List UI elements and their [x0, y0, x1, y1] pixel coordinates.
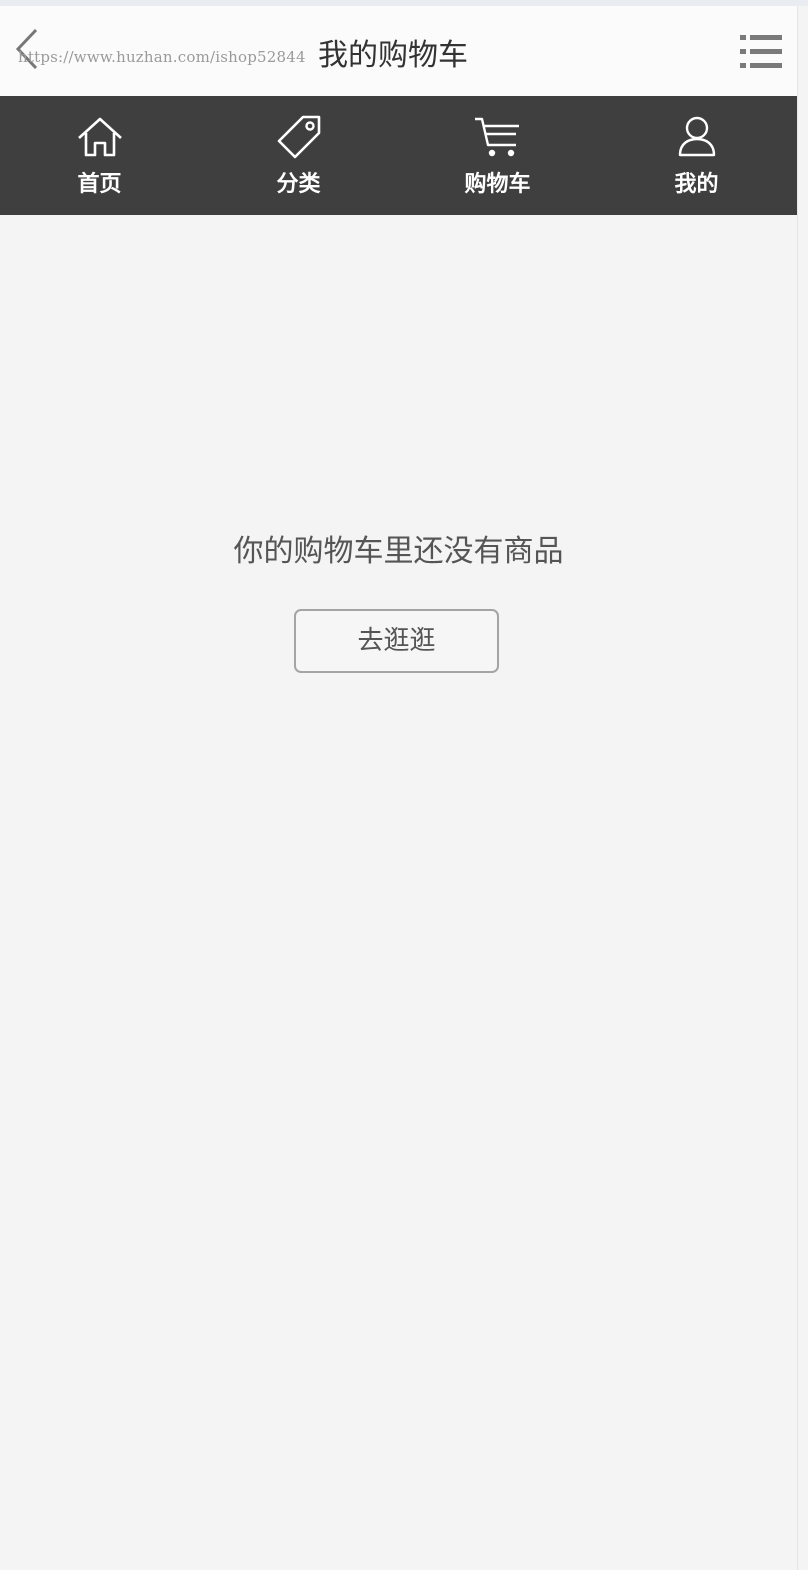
nav-item-mine[interactable]: 我的	[597, 96, 796, 215]
go-shopping-button[interactable]: 去逛逛	[294, 609, 499, 673]
nav-label-category: 分类	[276, 172, 321, 197]
nav-item-category[interactable]: 分类	[199, 96, 398, 215]
nav-label-mine: 我的	[674, 172, 719, 197]
tag-icon	[277, 115, 320, 159]
page-title: 我的购物车	[318, 38, 468, 73]
list-menu-icon	[740, 35, 782, 68]
menu-button[interactable]	[736, 32, 786, 76]
watermark-text: https://www.huzhan.com/ishop52844	[18, 48, 306, 66]
nav-label-cart: 购物车	[464, 172, 531, 197]
page-header: https://www.huzhan.com/ishop52844 我的购物车	[0, 6, 797, 97]
cart-icon	[474, 117, 519, 157]
app-screen: https://www.huzhan.com/ishop52844 我的购物车 …	[0, 0, 808, 1570]
nav-label-home: 首页	[77, 172, 122, 197]
nav-item-home[interactable]: 首页	[0, 96, 199, 215]
main-nav-bar: 首页 分类 购物车 我的	[0, 96, 797, 215]
user-icon	[678, 116, 715, 157]
empty-cart-message: 你的购物车里还没有商品	[233, 534, 564, 569]
home-icon	[77, 117, 122, 157]
nav-item-cart[interactable]: 购物车	[398, 96, 597, 215]
